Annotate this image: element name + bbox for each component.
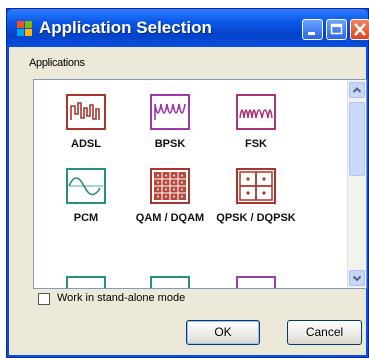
pcm-waveform-icon bbox=[66, 168, 106, 204]
application-item-qam-dqam[interactable]: QAM / DQAM bbox=[130, 168, 210, 224]
standalone-mode-label[interactable]: Work in stand-alone mode bbox=[57, 292, 185, 304]
fsk-waveform-icon bbox=[236, 94, 276, 130]
application-item-pcm[interactable]: PCM bbox=[46, 168, 126, 224]
partial-application-icon[interactable] bbox=[66, 276, 106, 289]
close-icon bbox=[354, 23, 366, 36]
adsl-waveform-icon bbox=[66, 94, 106, 130]
application-item-bpsk[interactable]: BPSK bbox=[130, 94, 210, 150]
application-label: QAM / DQAM bbox=[135, 212, 205, 224]
application-item-qpsk-dqpsk[interactable]: QPSK / DQPSK bbox=[216, 168, 296, 224]
bpsk-waveform-icon bbox=[150, 94, 190, 130]
list-scrollbar[interactable] bbox=[347, 80, 366, 288]
scroll-down-button[interactable] bbox=[349, 270, 365, 286]
application-selection-dialog: Application Selection Applications ADSL … bbox=[6, 8, 369, 358]
application-item-fsk[interactable]: FSK bbox=[216, 94, 296, 150]
application-icon bbox=[17, 21, 32, 36]
applications-section-label: Applications bbox=[29, 57, 85, 69]
application-label: BPSK bbox=[154, 138, 186, 150]
chevron-down-icon bbox=[352, 275, 362, 282]
application-label: ADSL bbox=[71, 138, 101, 150]
application-label: PCM bbox=[73, 212, 99, 224]
minimize-icon bbox=[308, 32, 315, 35]
maximize-icon bbox=[330, 23, 343, 35]
application-label: FSK bbox=[245, 138, 267, 150]
minimize-button[interactable] bbox=[302, 19, 323, 40]
ok-button[interactable]: OK bbox=[186, 320, 260, 345]
partial-application-icon[interactable] bbox=[150, 276, 190, 289]
application-label: QPSK / DQPSK bbox=[216, 212, 296, 224]
chevron-up-icon bbox=[352, 87, 362, 93]
close-button[interactable] bbox=[350, 19, 369, 40]
qpsk-constellation-icon bbox=[236, 168, 276, 204]
scroll-up-button[interactable] bbox=[349, 82, 365, 98]
window-title: Application Selection bbox=[39, 18, 212, 37]
title-bar[interactable]: Application Selection bbox=[7, 9, 369, 47]
standalone-mode-checkbox[interactable] bbox=[38, 293, 50, 305]
maximize-button[interactable] bbox=[326, 19, 347, 40]
qam-constellation-icon bbox=[150, 168, 190, 204]
applications-list[interactable]: ADSL BPSK FSK PCM QAM / DQAM QPSK / DQPS… bbox=[33, 79, 367, 289]
partial-application-icon[interactable] bbox=[236, 276, 276, 289]
scroll-thumb[interactable] bbox=[349, 102, 365, 176]
cancel-button[interactable]: Cancel bbox=[287, 320, 362, 345]
application-item-adsl[interactable]: ADSL bbox=[46, 94, 126, 150]
